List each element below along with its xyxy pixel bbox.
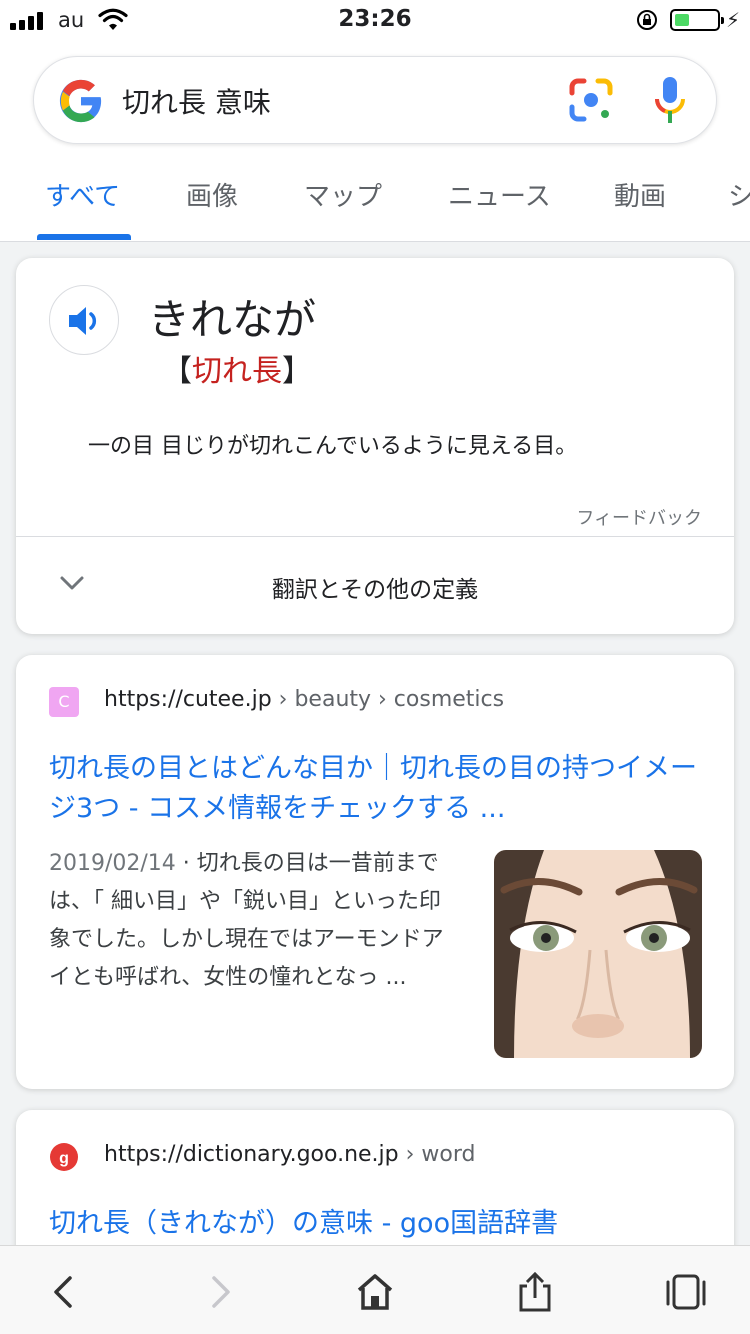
result-url[interactable]: https://cutee.jp › beauty › cosmetics (104, 687, 504, 712)
home-icon[interactable] (353, 1270, 397, 1314)
divider (16, 536, 734, 537)
definition-text: 一の目 目じりが切れこんでいるように見える目。 (88, 434, 578, 459)
svg-text:g: g (59, 1150, 69, 1167)
google-lens-icon[interactable] (568, 77, 614, 123)
google-g-icon (59, 79, 102, 123)
browser-toolbar (0, 1245, 750, 1334)
more-definitions-button[interactable]: 翻訳とその他の定義 (16, 570, 734, 604)
battery-icon (670, 9, 724, 31)
speaker-icon (69, 307, 97, 335)
tab-all[interactable]: すべて (45, 176, 120, 213)
search-box[interactable]: 切れ長 意味 (33, 56, 717, 144)
result-title-link[interactable]: 切れ長（きれなが）の意味 - goo国語辞書 (49, 1204, 709, 1244)
result-thumbnail[interactable] (494, 850, 702, 1058)
microphone-icon[interactable] (654, 75, 686, 125)
back-chevron-icon[interactable] (42, 1270, 86, 1314)
tab-videos[interactable]: 動画 (614, 176, 666, 213)
tab-maps[interactable]: マップ (304, 176, 382, 213)
pronunciation-button[interactable] (49, 285, 119, 355)
search-result: C https://cutee.jp › beauty › cosmetics … (16, 655, 734, 1089)
active-tab-indicator (37, 234, 131, 240)
result-date: 2019/02/14 (49, 851, 176, 876)
search-input[interactable]: 切れ長 意味 (122, 81, 271, 121)
search-header: 切れ長 意味 すべて 画像 マップ ニュース 動画 シ (0, 40, 750, 242)
status-bar: au 23:26 ⚡ (0, 0, 750, 40)
result-title-link[interactable]: 切れ長の目とはどんな目か｜切れ長の目の持つイメージ3つ - コスメ情報をチェック… (49, 749, 709, 829)
share-icon[interactable] (513, 1270, 557, 1314)
tab-news[interactable]: ニュース (448, 176, 551, 213)
site-favicon: C (49, 687, 79, 717)
tab-shopping[interactable]: シ (728, 176, 750, 213)
word-kanji: 【切れ長】 (162, 354, 312, 389)
kanji-word: 切れ長 (192, 354, 282, 389)
forward-chevron-icon[interactable] (198, 1270, 242, 1314)
feedback-link[interactable]: フィードバック (576, 504, 702, 530)
dictionary-card: きれなが 【切れ長】 一の目 目じりが切れこんでいるように見える目。 フィードバ… (16, 258, 734, 634)
result-url[interactable]: https://dictionary.goo.ne.jp › word (104, 1142, 476, 1167)
result-snippet: 2019/02/14 · 切れ長の目は一昔前までは、「 細い目」や「鋭い目」とい… (49, 851, 444, 990)
tabs-icon[interactable] (664, 1270, 708, 1314)
word-reading: きれなが (148, 295, 317, 344)
orientation-lock-icon (637, 10, 657, 30)
search-tabs: すべて 画像 マップ ニュース 動画 シ (0, 176, 750, 242)
tab-images[interactable]: 画像 (186, 176, 238, 213)
goo-favicon-icon: g (50, 1143, 78, 1171)
charging-icon: ⚡ (726, 8, 741, 32)
